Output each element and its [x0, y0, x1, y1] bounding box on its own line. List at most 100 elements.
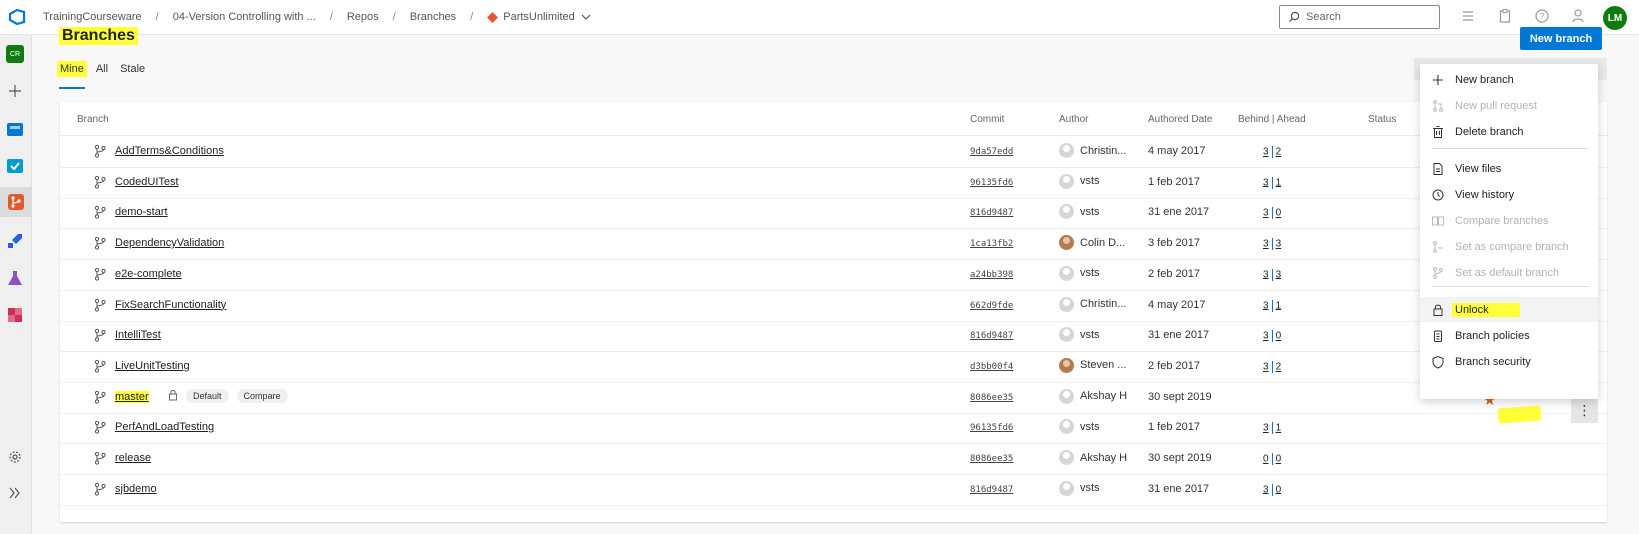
tab-stale[interactable]: Stale [117, 61, 148, 77]
behind-ahead[interactable]: 30 [1263, 483, 1282, 496]
ahead-count[interactable]: 3 [1276, 239, 1282, 250]
behind-count[interactable]: 3 [1263, 208, 1269, 219]
branch-name-link[interactable]: FixSearchFunctionality [115, 299, 226, 311]
branch-name-link[interactable]: LiveUnitTesting [115, 360, 190, 372]
repo-selector[interactable]: PartsUnlimited [487, 11, 592, 23]
ahead-count[interactable]: 0 [1276, 484, 1282, 495]
behind-count[interactable]: 3 [1263, 423, 1269, 434]
pipelines-icon[interactable] [5, 231, 25, 251]
new-branch-button[interactable]: New branch [1520, 27, 1602, 50]
table-row[interactable]: FixSearchFunctionality 662d9fde Christin..… [60, 290, 1607, 322]
azure-devops-logo-icon[interactable] [0, 0, 34, 35]
menu-item-branch-policies[interactable]: Branch policies [1420, 323, 1598, 348]
branch-name-link[interactable]: IntelliTest [115, 329, 161, 341]
commit-link[interactable]: d3bb00f4 [970, 362, 1013, 372]
tab-mine[interactable]: Mine [57, 61, 87, 77]
menu-item-view-history[interactable]: View history [1420, 182, 1598, 207]
branch-name-link[interactable]: sjbdemo [115, 483, 157, 495]
gear-icon[interactable] [5, 447, 25, 467]
table-row[interactable]: AddTerms&Conditions 9da57edd Christin... 4 … [60, 136, 1607, 168]
commit-link[interactable]: a24bb398 [970, 270, 1013, 280]
more-options-button[interactable]: ⋮ [1571, 398, 1598, 423]
behind-count[interactable]: 3 [1263, 300, 1269, 311]
table-row[interactable]: CodedUITest 96135fd6 vsts 1 feb 2017 3 1 [60, 167, 1607, 199]
ahead-count[interactable]: 1 [1276, 423, 1282, 434]
tab-all[interactable]: All [93, 61, 111, 77]
behind-count[interactable]: 3 [1263, 239, 1269, 250]
column-status[interactable]: Status [1368, 114, 1396, 125]
artifacts-icon[interactable] [5, 305, 25, 325]
user-settings-icon[interactable] [1571, 8, 1587, 24]
column-behind-ahead[interactable]: Behind | Ahead [1238, 114, 1306, 125]
ahead-count[interactable]: 2 [1276, 362, 1282, 373]
branch-name-link[interactable]: master [115, 390, 149, 403]
branch-name-link[interactable]: e2e-complete [115, 268, 182, 280]
behind-count[interactable]: 3 [1263, 362, 1269, 373]
commit-link[interactable]: 816d9487 [970, 331, 1013, 341]
column-author[interactable]: Author [1059, 114, 1088, 125]
behind-ahead[interactable]: 32 [1263, 146, 1281, 158]
commit-link[interactable]: 816d9487 [970, 208, 1013, 218]
behind-ahead[interactable]: 33 [1263, 268, 1282, 281]
breadcrumb-org[interactable]: TrainingCourseware [43, 11, 142, 23]
table-row[interactable]: DependencyValidation 1ca13fb2 Colin D... 3 … [60, 228, 1607, 261]
behind-ahead[interactable]: 30 [1263, 330, 1282, 343]
behind-ahead[interactable]: 32 [1263, 360, 1282, 373]
plus-icon[interactable] [5, 81, 25, 101]
commit-link[interactable]: 816d9487 [970, 485, 1013, 495]
branch-name-link[interactable]: demo-start [115, 206, 168, 218]
test-plans-icon[interactable] [5, 268, 25, 288]
table-row[interactable]: IntelliTest 816d9487 vsts 31 ene 2017 3 0 [60, 320, 1607, 353]
overview-icon[interactable] [5, 119, 25, 139]
ahead-count[interactable]: 3 [1276, 269, 1282, 280]
breadcrumb-page[interactable]: Branches [410, 11, 456, 23]
breadcrumb-project[interactable]: 04-Version Controlling with ... [173, 11, 316, 23]
commit-link[interactable]: 1ca13fb2 [970, 239, 1013, 249]
menu-item-delete-branch[interactable]: Delete branch [1420, 119, 1598, 144]
behind-ahead[interactable]: 33 [1263, 238, 1282, 251]
table-row[interactable]: master Default Compare 8086ee35 Akshay H 30 s… [60, 382, 1607, 414]
repos-icon[interactable] [0, 187, 32, 217]
table-row[interactable]: PerfAndLoadTesting 96135fd6 vsts 1 feb 2017… [60, 412, 1607, 445]
search-input[interactable]: Search [1279, 5, 1440, 29]
ahead-count[interactable]: 0 [1276, 454, 1282, 465]
column-commit[interactable]: Commit [970, 114, 1004, 125]
clipboard-icon[interactable] [1497, 8, 1513, 24]
column-branch[interactable]: Branch [77, 114, 109, 125]
menu-item-unlock[interactable]: Unlock [1420, 297, 1598, 322]
project-badge[interactable]: CR [5, 44, 25, 64]
commit-link[interactable]: 96135fd6 [970, 178, 1013, 188]
behind-count[interactable]: 3 [1263, 269, 1269, 280]
ahead-count[interactable]: 0 [1276, 208, 1282, 219]
behind-count[interactable]: 3 [1263, 177, 1269, 188]
ahead-count[interactable]: 1 [1276, 177, 1282, 188]
branch-name-link[interactable]: DependencyValidation [115, 237, 224, 249]
expand-icon[interactable] [5, 483, 25, 503]
column-authored-date[interactable]: Authored Date [1148, 114, 1213, 125]
branch-name-link[interactable]: PerfAndLoadTesting [115, 421, 214, 433]
branch-name-link[interactable]: AddTerms&Conditions [115, 145, 224, 157]
behind-ahead[interactable]: 31 [1263, 176, 1282, 189]
menu-item-new-branch[interactable]: New branch [1420, 67, 1598, 92]
commit-link[interactable]: 8086ee35 [970, 454, 1013, 464]
table-row[interactable]: sjbdemo 816d9487 vsts 31 ene 2017 3 0 [60, 474, 1607, 506]
list-icon[interactable] [1460, 8, 1476, 24]
behind-ahead[interactable]: 31 [1263, 299, 1281, 312]
menu-item-view-files[interactable]: View files [1420, 156, 1598, 181]
table-row[interactable]: demo-start 816d9487 vsts 31 ene 2017 3 0 [60, 197, 1607, 230]
table-row[interactable]: release 8086ee35 Akshay H 30 sept 2019 0 0 [60, 443, 1607, 475]
ahead-count[interactable]: 0 [1276, 331, 1282, 342]
behind-ahead[interactable]: 30 [1263, 207, 1282, 220]
branch-name-link[interactable]: release [115, 452, 151, 464]
behind-count[interactable]: 0 [1263, 454, 1269, 465]
user-avatar[interactable]: LM [1603, 6, 1627, 30]
commit-link[interactable]: 8086ee35 [970, 393, 1013, 403]
menu-item-branch-security[interactable]: Branch security [1420, 349, 1598, 374]
behind-ahead[interactable]: 31 [1263, 422, 1282, 435]
breadcrumb-section[interactable]: Repos [347, 11, 379, 23]
behind-count[interactable]: 3 [1263, 484, 1269, 495]
branch-name-link[interactable]: CodedUITest [115, 176, 179, 188]
table-row[interactable]: e2e-complete a24bb398 vsts 2 feb 2017 3 3 [60, 259, 1607, 291]
ahead-count[interactable]: 2 [1276, 147, 1282, 158]
commit-link[interactable]: 96135fd6 [970, 423, 1013, 433]
